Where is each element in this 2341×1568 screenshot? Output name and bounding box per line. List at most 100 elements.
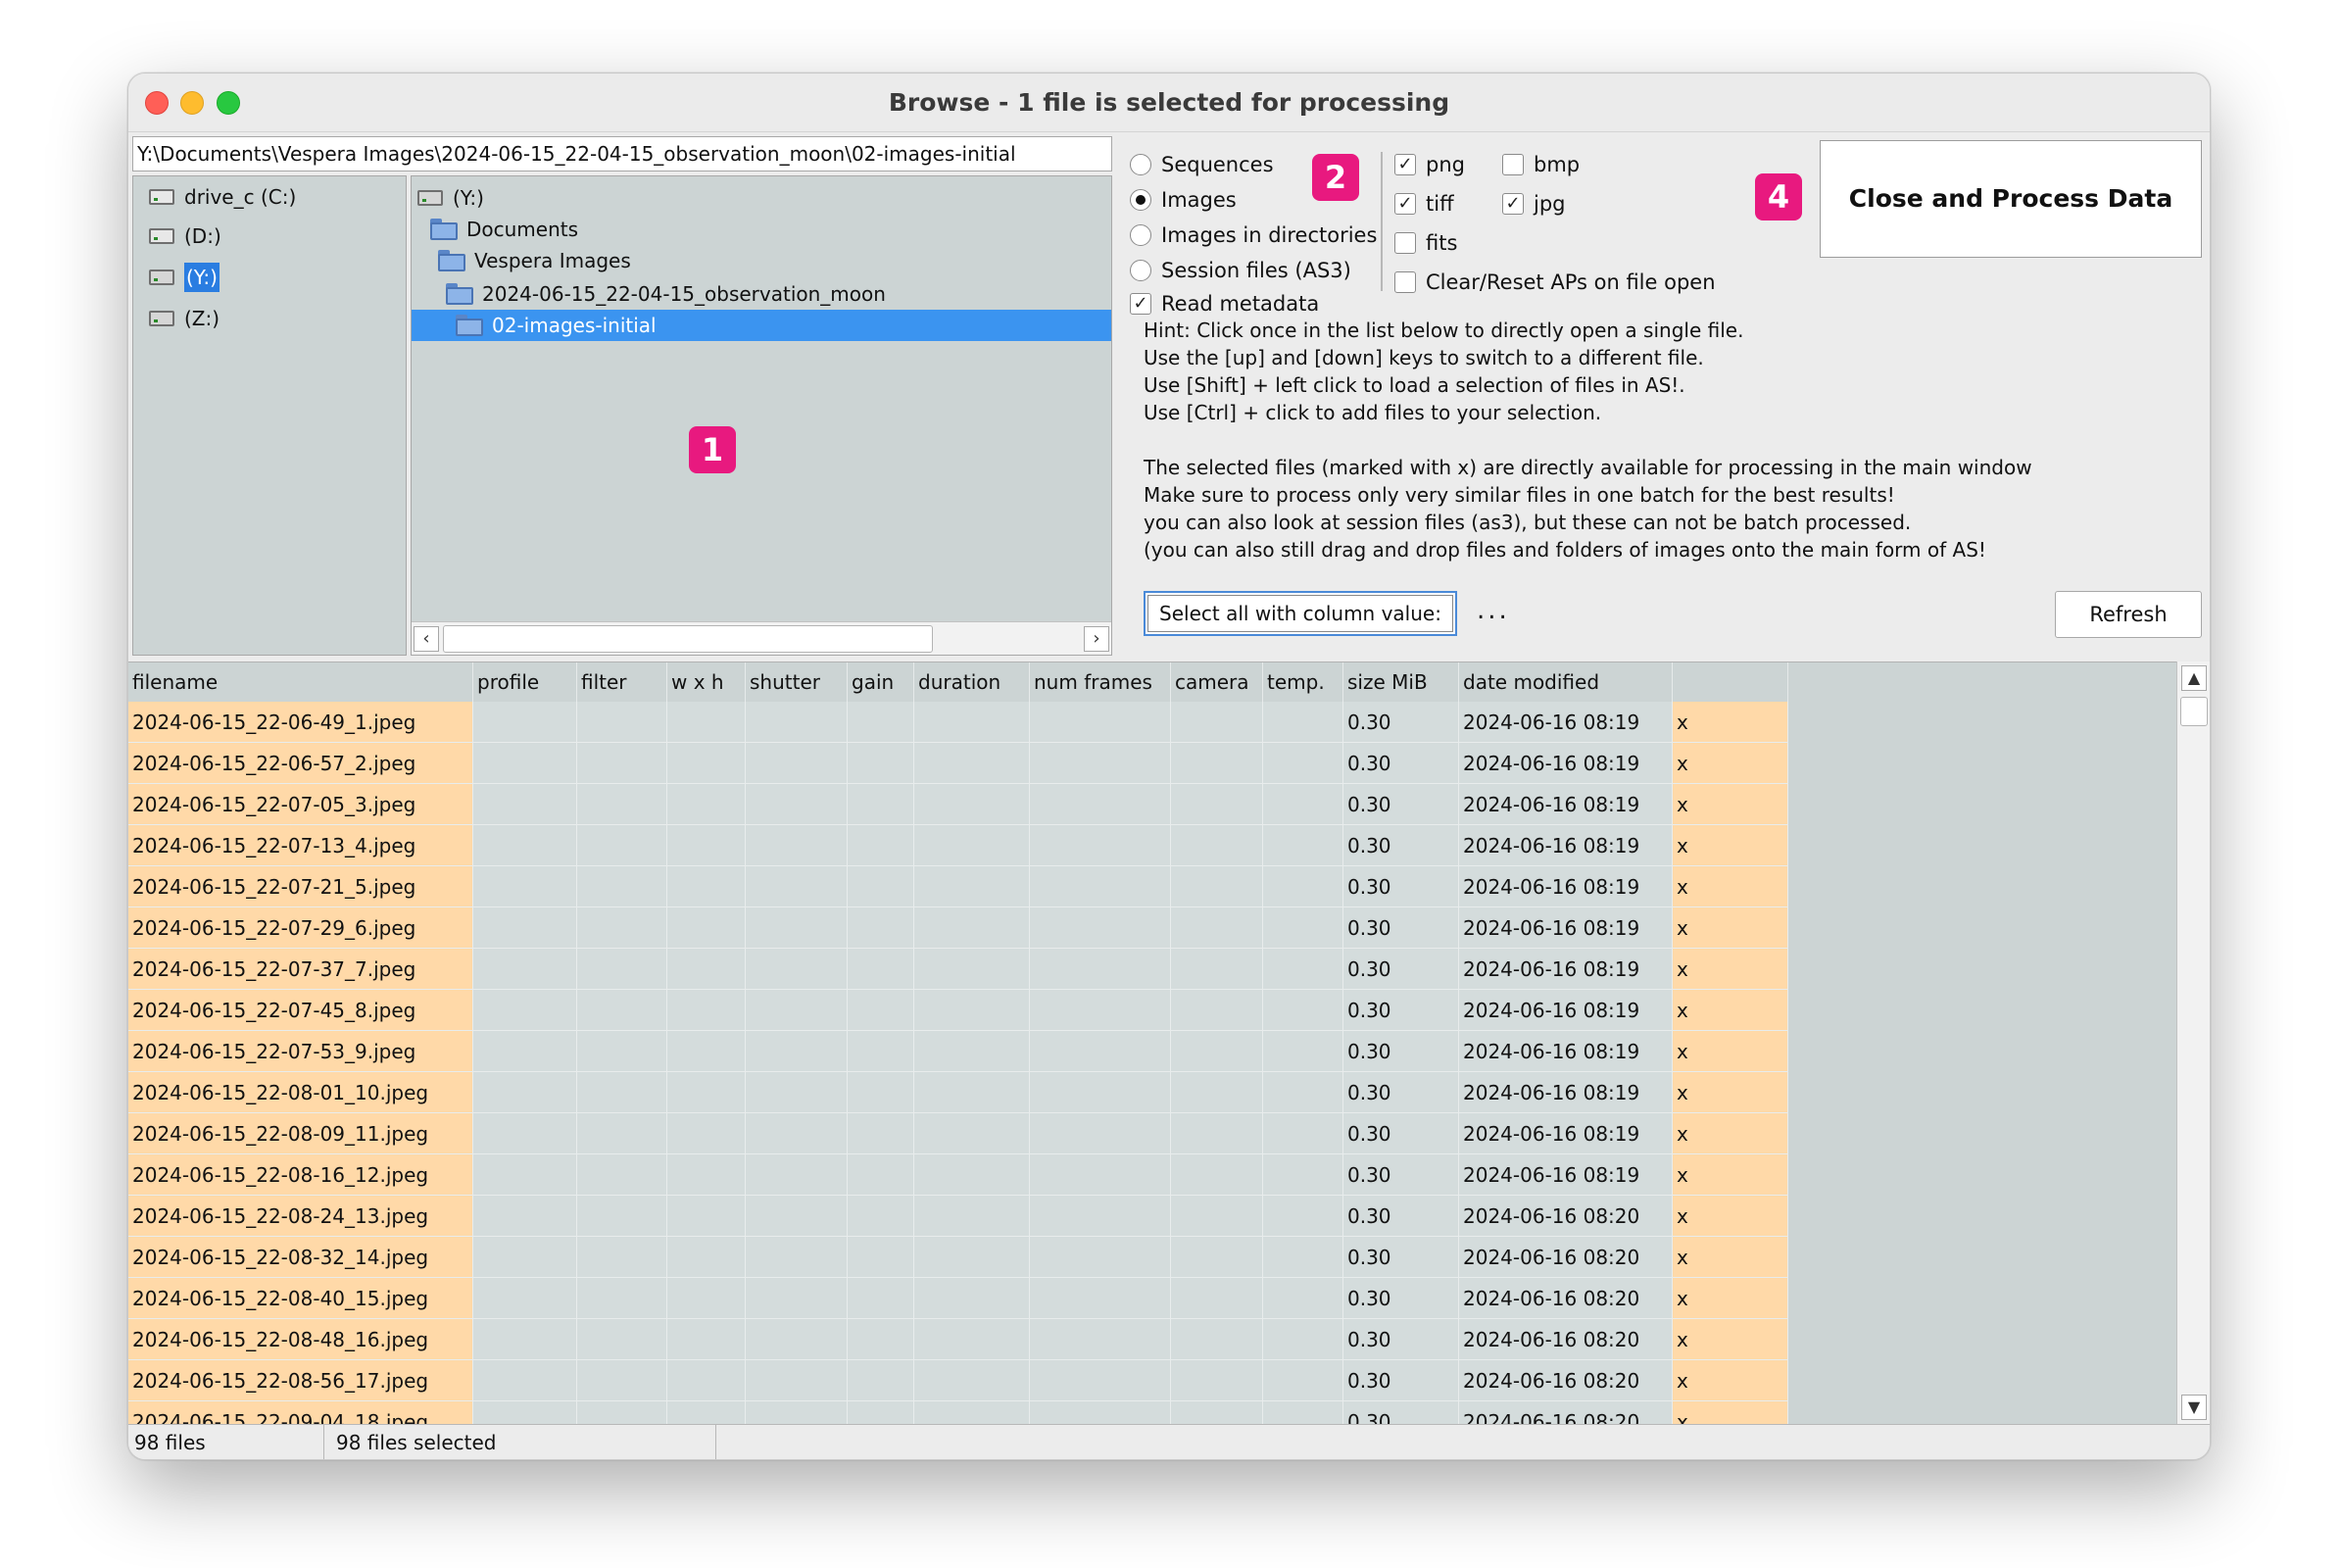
- table-row[interactable]: 2024-06-15_22-07-29_6.jpeg 0.30 2024-06-16…: [128, 907, 1788, 949]
- column-header[interactable]: [1673, 662, 1788, 702]
- table-row[interactable]: 2024-06-15_22-08-16_12.jpeg 0.30 2024-06-1…: [128, 1154, 1788, 1196]
- filename-cell: 2024-06-15_22-08-40_15.jpeg: [128, 1278, 473, 1319]
- format-tiff-checkbox[interactable]: ✓ tiff: [1394, 189, 1454, 219]
- table-row[interactable]: 2024-06-15_22-07-05_3.jpeg 0.30 2024-06-16…: [128, 784, 1788, 825]
- path-field[interactable]: Y:\Documents\Vespera Images\2024-06-15_2…: [132, 136, 1112, 172]
- hint-line: Use [Shift] + left click to load a selec…: [1144, 373, 1685, 397]
- drive-label: (Y:): [184, 263, 219, 292]
- size-cell: 0.30: [1343, 1031, 1459, 1072]
- empty-cell: [914, 1401, 1030, 1424]
- format-bmp-checkbox[interactable]: bmp: [1502, 150, 1580, 179]
- table-row[interactable]: 2024-06-15_22-07-21_5.jpeg 0.30 2024-06-16…: [128, 866, 1788, 907]
- format-png-checkbox[interactable]: ✓ png: [1394, 150, 1465, 179]
- empty-cell: [667, 1401, 746, 1424]
- empty-cell: [848, 1154, 914, 1196]
- filename-cell: 2024-06-15_22-07-37_7.jpeg: [128, 949, 473, 990]
- read-metadata-checkbox[interactable]: ✓ Read metadata: [1130, 289, 1319, 318]
- scroll-right-button[interactable]: ›: [1084, 626, 1109, 652]
- empty-cell: [473, 949, 577, 990]
- folder-horizontal-scrollbar[interactable]: ‹ ›: [412, 621, 1111, 655]
- radio-images-in-directories[interactable]: Images in directories: [1130, 220, 1377, 250]
- table-row[interactable]: 2024-06-15_22-08-56_17.jpeg 0.30 2024-06-1…: [128, 1360, 1788, 1401]
- folder-item-root[interactable]: (Y:): [415, 182, 611, 214]
- drive-icon: [147, 224, 176, 248]
- column-header[interactable]: filename: [128, 662, 473, 702]
- drive-item-c[interactable]: drive_c (C:): [147, 182, 296, 212]
- empty-cell: [1171, 743, 1263, 784]
- scrollbar-thumb[interactable]: [443, 625, 933, 653]
- empty-cell: [473, 702, 577, 743]
- empty-cell: [1263, 702, 1343, 743]
- table-row[interactable]: 2024-06-15_22-07-45_8.jpeg 0.30 2024-06-16…: [128, 990, 1788, 1031]
- table-row[interactable]: 2024-06-15_22-06-49_1.jpeg 0.30 2024-06-16…: [128, 702, 1788, 743]
- clear-reset-aps-checkbox[interactable]: Clear/Reset APs on file open: [1394, 268, 1716, 297]
- column-header[interactable]: num frames: [1030, 662, 1171, 702]
- scroll-up-button[interactable]: ▲: [2181, 665, 2207, 691]
- drive-item-y[interactable]: (Y:): [147, 263, 219, 292]
- drive-item-z[interactable]: (Z:): [147, 304, 219, 333]
- column-header[interactable]: gain: [848, 662, 914, 702]
- selection-mark-cell: x: [1673, 1319, 1788, 1360]
- date-cell: 2024-06-16 08:19: [1459, 825, 1673, 866]
- date-cell: 2024-06-16 08:19: [1459, 702, 1673, 743]
- close-and-process-button[interactable]: Close and Process Data: [1820, 140, 2202, 258]
- column-header[interactable]: w x h: [667, 662, 746, 702]
- table-row[interactable]: 2024-06-15_22-08-24_13.jpeg 0.30 2024-06-1…: [128, 1196, 1788, 1237]
- callout-badge-2: 2: [1312, 154, 1359, 201]
- network-drive-icon: [415, 186, 445, 210]
- drive-list: drive_c (C:) (D:) (Y:) (Z:): [132, 175, 407, 656]
- status-file-count: 98 files: [128, 1425, 324, 1459]
- empty-cell: [848, 784, 914, 825]
- format-jpg-checkbox[interactable]: ✓ jpg: [1502, 189, 1566, 219]
- column-header[interactable]: profile: [473, 662, 577, 702]
- table-row[interactable]: 2024-06-15_22-08-32_14.jpeg 0.30 2024-06-1…: [128, 1237, 1788, 1278]
- folder-item-images-initial[interactable]: 02-images-initial: [412, 310, 1111, 341]
- callout-badge-4: 4: [1755, 173, 1802, 220]
- empty-cell: [1030, 1031, 1171, 1072]
- folder-item-observation[interactable]: 2024-06-15_22-04-15_observation_moon: [445, 278, 974, 310]
- column-header[interactable]: duration: [914, 662, 1030, 702]
- column-header[interactable]: camera: [1171, 662, 1263, 702]
- refresh-button[interactable]: Refresh: [2055, 591, 2202, 638]
- grid-vertical-scrollbar[interactable]: ▲ ▼: [2176, 662, 2210, 1424]
- checkbox-label: Read metadata: [1161, 292, 1320, 316]
- table-row[interactable]: 2024-06-15_22-08-40_15.jpeg 0.30 2024-06-1…: [128, 1278, 1788, 1319]
- table-row[interactable]: 2024-06-15_22-09-04_18.jpeg 0.30 2024-06-1…: [128, 1401, 1788, 1424]
- folder-item-documents[interactable]: Documents: [429, 214, 625, 245]
- select-all-with-column-value-button[interactable]: Select all with column value:: [1144, 591, 1457, 636]
- radio-images[interactable]: Images: [1130, 185, 1237, 215]
- table-row[interactable]: 2024-06-15_22-08-01_10.jpeg 0.30 2024-06-1…: [128, 1072, 1788, 1113]
- empty-cell: [1171, 949, 1263, 990]
- empty-cell: [848, 1319, 914, 1360]
- column-header[interactable]: temp.: [1263, 662, 1343, 702]
- hint-text: Hint: Click once in the list below to di…: [1144, 317, 2182, 564]
- empty-cell: [577, 825, 667, 866]
- column-header[interactable]: shutter: [746, 662, 848, 702]
- table-row[interactable]: 2024-06-15_22-08-09_11.jpeg 0.30 2024-06-1…: [128, 1113, 1788, 1154]
- empty-cell: [577, 949, 667, 990]
- empty-cell: [914, 990, 1030, 1031]
- table-row[interactable]: 2024-06-15_22-08-48_16.jpeg 0.30 2024-06-1…: [128, 1319, 1788, 1360]
- more-options-button[interactable]: ...: [1477, 591, 1510, 630]
- scroll-down-button[interactable]: ▼: [2181, 1395, 2207, 1420]
- empty-cell: [1171, 866, 1263, 907]
- empty-cell: [667, 949, 746, 990]
- column-header[interactable]: size MiB: [1343, 662, 1459, 702]
- scroll-left-button[interactable]: ‹: [414, 626, 439, 652]
- column-header[interactable]: filter: [577, 662, 667, 702]
- drive-item-d[interactable]: (D:): [147, 221, 221, 251]
- scrollbar-thumb[interactable]: [2180, 697, 2208, 726]
- table-row[interactable]: 2024-06-15_22-07-13_4.jpeg 0.30 2024-06-16…: [128, 825, 1788, 866]
- empty-cell: [1030, 1360, 1171, 1401]
- folder-item-vespera-images[interactable]: Vespera Images: [437, 245, 672, 276]
- radio-circle: [1130, 224, 1151, 246]
- table-row[interactable]: 2024-06-15_22-07-37_7.jpeg 0.30 2024-06-16…: [128, 949, 1788, 990]
- column-header[interactable]: date modified: [1459, 662, 1673, 702]
- format-fits-checkbox[interactable]: fits: [1394, 228, 1457, 258]
- radio-session-files[interactable]: Session files (AS3): [1130, 256, 1351, 285]
- empty-cell: [1171, 1237, 1263, 1278]
- empty-cell: [746, 990, 848, 1031]
- table-row[interactable]: 2024-06-15_22-07-53_9.jpeg 0.30 2024-06-16…: [128, 1031, 1788, 1072]
- radio-sequences[interactable]: Sequences: [1130, 150, 1274, 179]
- table-row[interactable]: 2024-06-15_22-06-57_2.jpeg 0.30 2024-06-16…: [128, 743, 1788, 784]
